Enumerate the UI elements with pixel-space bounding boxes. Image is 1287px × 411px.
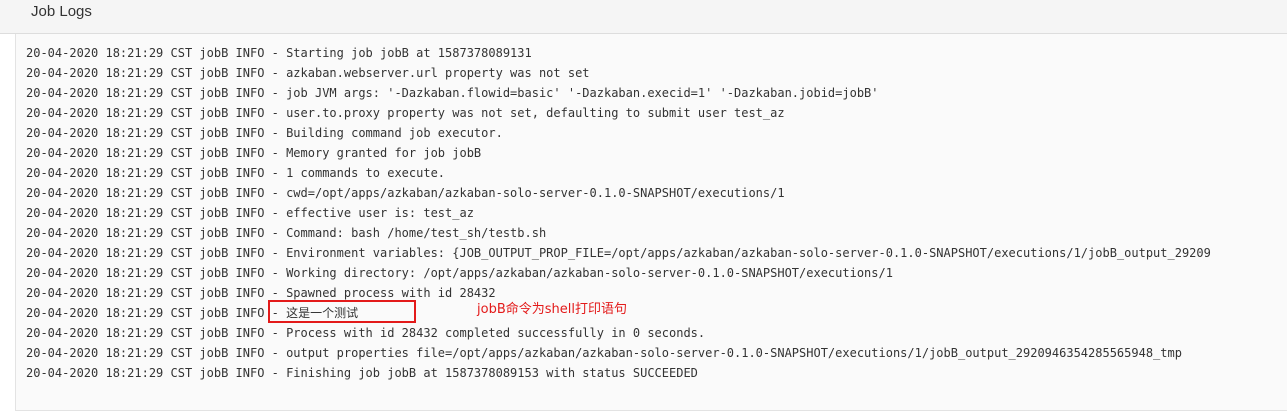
log-text: 20-04-2020 18:21:29 CST jobB INFO - Star… (26, 43, 1211, 383)
job-logs-header: Job Logs (0, 0, 1287, 34)
page-title: Job Logs (31, 3, 92, 20)
log-line: 20-04-2020 18:21:29 CST jobB INFO - cwd=… (26, 186, 785, 200)
log-output[interactable]: 20-04-2020 18:21:29 CST jobB INFO - Star… (15, 34, 1287, 411)
log-line: 20-04-2020 18:21:29 CST jobB INFO - user… (26, 106, 785, 120)
annotation-highlight-box (268, 300, 416, 323)
log-line: 20-04-2020 18:21:29 CST jobB INFO - Spaw… (26, 286, 496, 300)
log-line: 20-04-2020 18:21:29 CST jobB INFO - Memo… (26, 146, 482, 160)
log-line: 20-04-2020 18:21:29 CST jobB INFO - outp… (26, 346, 1182, 360)
log-line: 20-04-2020 18:21:29 CST jobB INFO - Proc… (26, 326, 706, 340)
log-line: 20-04-2020 18:21:29 CST jobB INFO - 1 co… (26, 166, 446, 180)
log-line: 20-04-2020 18:21:29 CST jobB INFO - azka… (26, 66, 590, 80)
log-line: 20-04-2020 18:21:29 CST jobB INFO - effe… (26, 206, 474, 220)
annotation-note: jobB命令为shell打印语句 (477, 302, 627, 317)
log-line: 20-04-2020 18:21:29 CST jobB INFO - Envi… (26, 246, 1211, 260)
log-line: 20-04-2020 18:21:29 CST jobB INFO - Comm… (26, 226, 547, 240)
log-line: 20-04-2020 18:21:29 CST jobB INFO - Buil… (26, 126, 503, 140)
log-line: 20-04-2020 18:21:29 CST jobB INFO - Fini… (26, 366, 698, 380)
log-line: 20-04-2020 18:21:29 CST jobB INFO - Star… (26, 46, 532, 60)
log-line: 20-04-2020 18:21:29 CST jobB INFO - Work… (26, 266, 893, 280)
log-line: 20-04-2020 18:21:29 CST jobB INFO - job … (26, 86, 879, 100)
